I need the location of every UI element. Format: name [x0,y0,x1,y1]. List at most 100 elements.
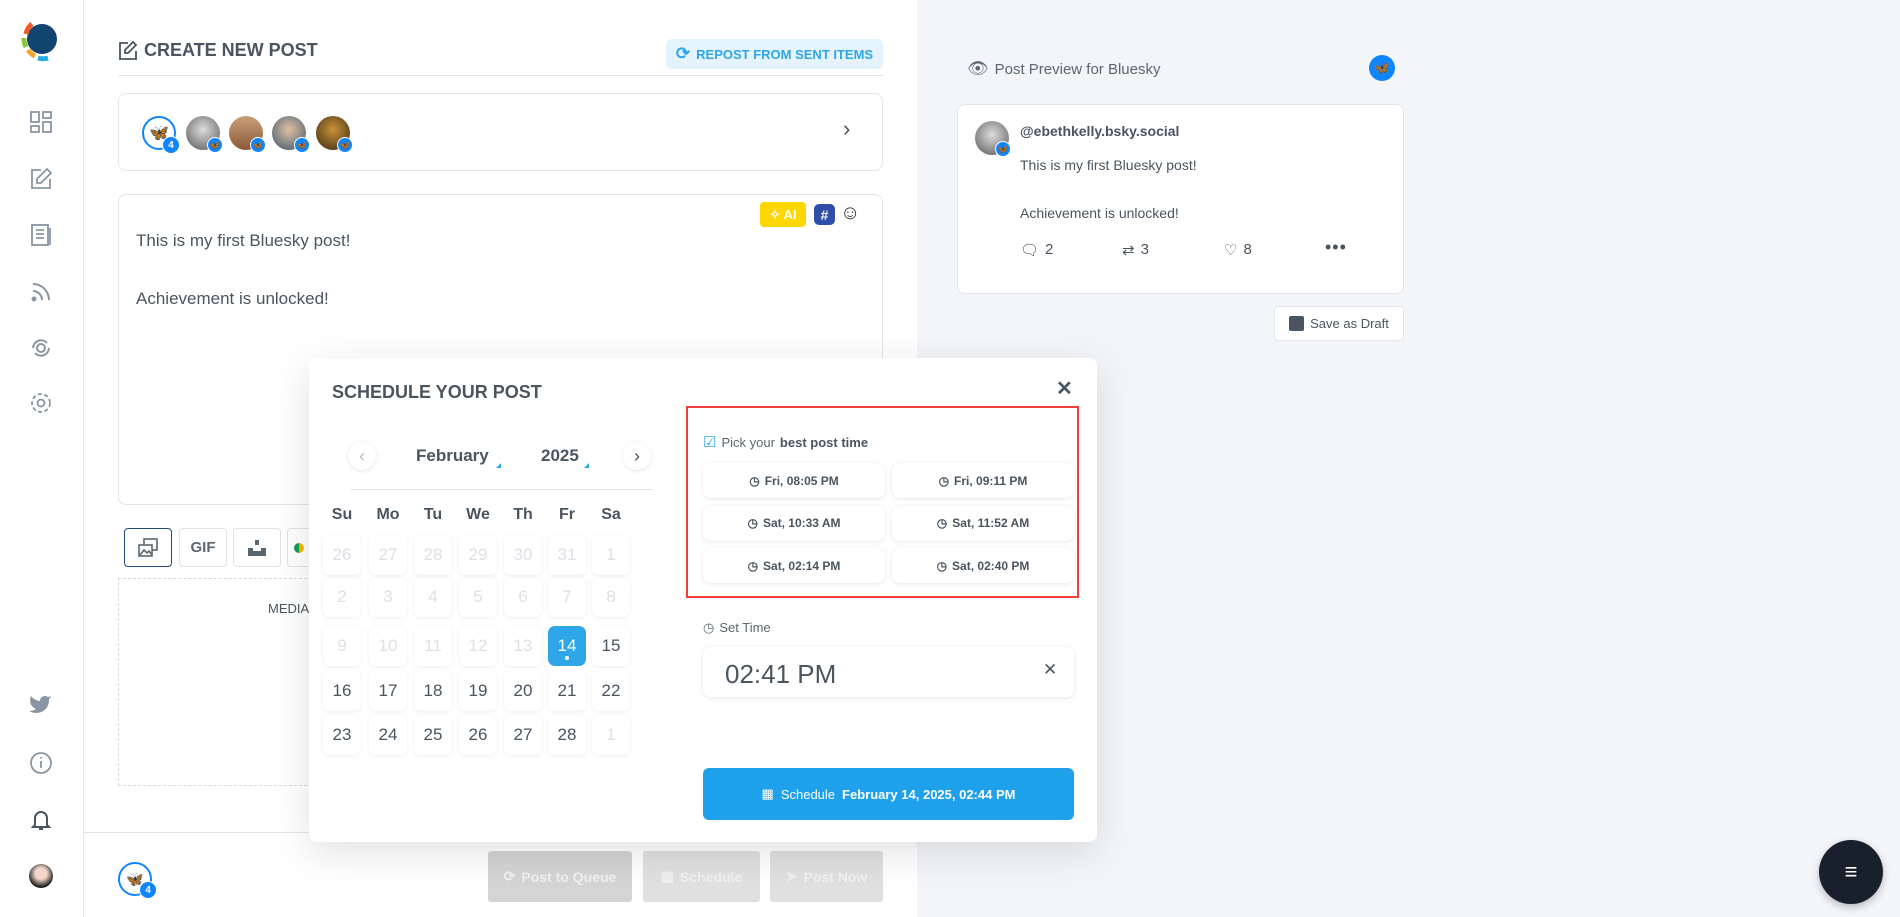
best-time-option[interactable]: ◷ Sat, 02:40 PM [892,548,1074,583]
calendar-day: 1 [592,715,630,755]
set-time-text: Set Time [719,620,771,635]
divider [350,489,653,490]
calendar-day[interactable]: 21 [548,671,586,711]
best-time-text: Sat, 02:14 PM [763,558,841,573]
calendar-day: 9 [323,626,361,666]
ai-label: AI [783,207,797,222]
emoji-icon[interactable]: ☺ [840,202,860,225]
month-select[interactable]: February [416,446,501,468]
year-select[interactable]: 2025 [541,446,589,468]
prev-month-button[interactable]: ‹ [348,442,376,470]
modal-title: SCHEDULE YOUR POST [332,382,542,402]
posts-icon[interactable] [26,220,56,250]
calendar-day[interactable]: 28 [548,715,586,755]
like-count[interactable]: ♡ 8 [1224,241,1252,259]
calendar-day[interactable]: 22 [592,671,630,711]
calendar-day[interactable]: 23 [323,715,361,755]
calendar-day[interactable]: 17 [369,671,407,711]
upload-tray-icon[interactable] [233,528,281,567]
bluesky-badge-icon: 🦋 [294,137,310,153]
close-icon[interactable]: ✕ [1056,376,1073,401]
repost-icon: ⇄ [1122,242,1135,259]
clock-icon: ◷ [938,473,950,488]
calendar-day: 5 [459,577,497,617]
post-to-queue-label: Post to Queue [521,868,617,885]
calendar-day-selected[interactable]: 14 [548,626,586,666]
user-avatar[interactable] [29,864,53,888]
dashboard-icon[interactable] [26,107,56,137]
weekday-label: Th [513,506,533,523]
preview-title: Post Preview for Bluesky [994,60,1161,78]
ai-button[interactable]: ✧ AI [760,202,806,227]
weekday-label: Tu [423,506,443,523]
media-label: MEDIA [268,601,310,616]
save-draft-button[interactable]: Save as Draft [1274,306,1404,341]
calendar-day: 1 [592,535,630,575]
clear-time-icon[interactable]: ✕ [1043,660,1057,680]
settings-icon[interactable] [26,388,56,418]
calendar-day: 12 [459,626,497,666]
best-time-option[interactable]: ◷ Sat, 11:52 AM [892,505,1074,541]
calendar-day[interactable]: 18 [414,671,452,711]
calendar-day[interactable]: 27 [504,715,542,755]
bluesky-badge-icon: 🦋 [250,137,266,153]
create-post-icon[interactable] [26,164,56,194]
clock-icon: ◷ [703,620,715,635]
editor-content[interactable]: This is my first Bluesky post! Achieveme… [136,232,350,307]
like-count-value: 8 [1243,241,1252,258]
calendar-day[interactable]: 24 [369,715,407,755]
hashtag-icon[interactable]: # [814,204,835,225]
calendar-day[interactable]: 26 [459,715,497,755]
preview-handle: @ebethkelly.bsky.social [1020,123,1180,139]
calendar-day: 2 [323,577,361,617]
divider [118,75,883,76]
calendar-day: 26 [323,535,361,575]
calendar-day[interactable]: 20 [504,671,542,711]
more-icon[interactable]: ••• [1325,237,1347,258]
sidebar [0,0,84,917]
clock-icon: ◷ [749,473,760,488]
sparkle-icon: ✧ [769,206,781,222]
page-title: CREATE NEW POST [118,40,318,61]
repost-button[interactable]: ⟳ REPOST FROM SENT ITEMS [666,39,883,69]
best-time-option[interactable]: ◷ Fri, 09:11 PM [892,463,1074,498]
calendar-day[interactable]: 16 [323,671,361,711]
account-count-badge: 4 [162,136,180,154]
set-time-label: ◷ Set Time [703,620,771,636]
google-drive-icon[interactable] [287,528,309,567]
next-month-button[interactable]: › [623,442,651,470]
gif-button[interactable]: GIF [179,528,227,567]
reply-count-value: 2 [1045,241,1054,258]
twitter-icon[interactable] [26,691,56,721]
image-upload-button[interactable] [124,528,172,567]
year-value: 2025 [541,446,579,465]
repost-count[interactable]: ⇄ 3 [1122,241,1149,259]
calendar-day[interactable]: 19 [459,671,497,711]
schedule-button[interactable]: ▦ Schedule February 14, 2025, 02:44 PM [703,768,1074,820]
post-now-button[interactable]: ➤ Post Now [770,851,883,902]
image-icon [138,537,158,557]
preview-text: Achievement is unlocked! [1020,205,1179,221]
reply-count[interactable]: 🗨 2 [1020,241,1053,259]
weekday-label: Sa [601,506,621,523]
time-input[interactable]: 02:41 PM ✕ [703,647,1074,697]
post-to-queue-button[interactable]: ⟳ Post to Queue [488,851,632,902]
app-logo[interactable] [18,16,64,62]
calendar-clock-icon: ▦ [761,786,774,801]
best-time-option[interactable]: ◷ Sat, 10:33 AM [703,505,885,541]
info-icon[interactable] [26,748,56,778]
schedule-footer-button[interactable]: ▦ Schedule [643,851,760,902]
calendar-day[interactable]: 25 [414,715,452,755]
best-time-option[interactable]: ◷ Fri, 08:05 PM [703,463,885,498]
calendar-day: 3 [369,577,407,617]
rss-feed-icon[interactable] [26,277,56,307]
recycle-icon[interactable] [26,333,56,363]
preview-text: This is my first Bluesky post! [1020,157,1197,173]
best-time-option[interactable]: ◷ Sat, 02:14 PM [703,548,885,583]
calendar-day: 28 [414,535,452,575]
calendar-day[interactable]: 15 [592,626,630,666]
calendar-day: 27 [369,535,407,575]
chevron-right-icon[interactable]: › [843,116,850,142]
menu-fab-icon[interactable]: ≡ [1819,840,1883,904]
bell-icon[interactable] [26,805,56,835]
